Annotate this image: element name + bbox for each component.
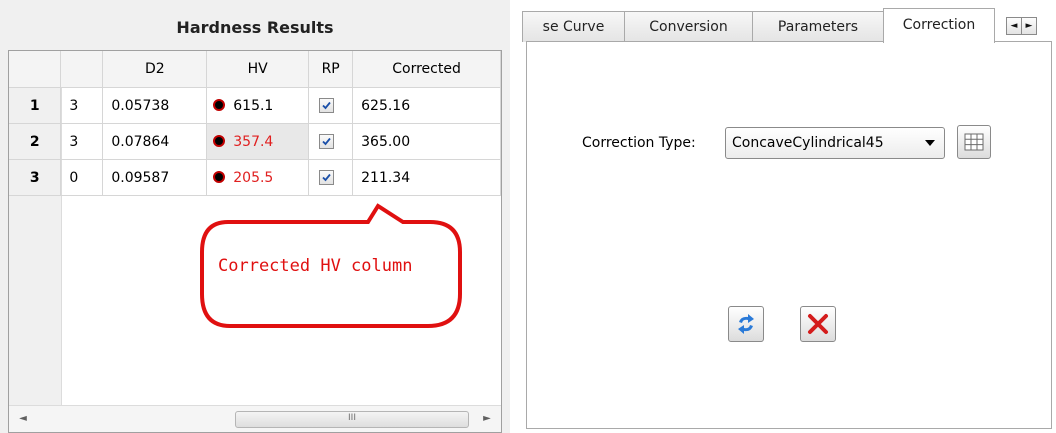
horizontal-scrollbar[interactable]: ◄ III ► xyxy=(9,405,501,432)
header-hv[interactable]: HV xyxy=(206,51,310,88)
cell-hv[interactable]: 205.5 xyxy=(206,159,310,196)
row-header[interactable]: 2 xyxy=(9,123,62,160)
cell-d2[interactable]: 0.09587 xyxy=(102,159,208,196)
cell-d2[interactable]: 0.07864 xyxy=(102,123,208,160)
point-marker-icon xyxy=(213,98,226,111)
checkmark-icon xyxy=(322,137,331,146)
hv-value: 205.5 xyxy=(233,169,274,186)
row-header[interactable]: 1 xyxy=(9,87,62,124)
refresh-arrows-icon xyxy=(738,314,754,334)
tab-scroll-right-icon[interactable]: ► xyxy=(1021,17,1037,35)
table-grid-icon xyxy=(964,133,984,151)
cell-d2[interactable]: 0.05738 xyxy=(102,87,208,124)
cell-hv[interactable]: 357.4 xyxy=(206,123,310,160)
checkmark-icon xyxy=(322,101,331,110)
table-row[interactable]: 3 0 0.09587 205.5 211.34 xyxy=(9,159,501,196)
rp-checkbox[interactable] xyxy=(319,170,335,185)
tab-scroll-left-icon[interactable]: ◄ xyxy=(1006,17,1022,35)
scrollbar-thumb[interactable]: III xyxy=(235,411,469,428)
settings-panel: se Curve Conversion Parameters Correctio… xyxy=(522,0,1056,433)
checkmark-icon xyxy=(322,173,331,182)
grid-button[interactable] xyxy=(957,125,991,159)
cell-n[interactable]: 3 xyxy=(60,87,104,124)
tab-curve[interactable]: se Curve xyxy=(522,11,625,42)
cell-rp[interactable] xyxy=(308,87,354,124)
correction-type-label: Correction Type: xyxy=(582,135,696,151)
table-row[interactable]: 1 3 0.05738 615.1 625.16 xyxy=(9,87,501,124)
header-corrected[interactable]: Corrected xyxy=(352,51,501,88)
cell-rp[interactable] xyxy=(308,159,354,196)
table-row[interactable]: 2 3 0.07864 357.4 365.00 xyxy=(9,123,501,160)
scroll-right-icon[interactable]: ► xyxy=(477,406,497,432)
tab-parameters[interactable]: Parameters xyxy=(752,11,884,42)
tab-correction[interactable]: Correction xyxy=(883,8,995,43)
cell-n[interactable]: 0 xyxy=(60,159,104,196)
header-d2[interactable]: D2 xyxy=(102,51,208,88)
results-table: D2 HV RP Corrected 1 3 0.05738 615.1 625… xyxy=(9,51,501,196)
cell-corrected[interactable]: 365.00 xyxy=(352,123,501,160)
cell-hv[interactable]: 615.1 xyxy=(206,87,310,124)
callout-text: Corrected HV column xyxy=(218,256,413,276)
refresh-button[interactable] xyxy=(728,306,764,342)
annotation-callout: Corrected HV column xyxy=(198,200,462,330)
scroll-left-icon[interactable]: ◄ xyxy=(13,406,33,432)
table-header-row: D2 HV RP Corrected xyxy=(9,51,501,88)
cell-corrected[interactable]: 625.16 xyxy=(352,87,501,124)
rp-checkbox[interactable] xyxy=(319,134,335,149)
hv-value: 615.1 xyxy=(233,97,274,114)
rp-checkbox[interactable] xyxy=(319,98,335,113)
results-title: Hardness Results xyxy=(176,18,334,37)
header-n[interactable] xyxy=(60,51,104,88)
hardness-results-panel: Hardness Results D2 HV RP Corrected 1 3 … xyxy=(0,0,510,433)
tab-conversion[interactable]: Conversion xyxy=(624,11,753,42)
cell-rp[interactable] xyxy=(308,123,354,160)
chevron-down-icon xyxy=(925,140,935,146)
header-rp[interactable]: RP xyxy=(308,51,354,88)
row-header[interactable]: 3 xyxy=(9,159,62,196)
cell-n[interactable]: 3 xyxy=(60,123,104,160)
hv-value: 357.4 xyxy=(233,133,274,150)
cancel-button[interactable] xyxy=(800,306,836,342)
point-marker-icon xyxy=(213,134,226,147)
header-corner[interactable] xyxy=(9,51,62,88)
cell-corrected[interactable]: 211.34 xyxy=(352,159,501,196)
tab-bar: se Curve Conversion Parameters Correctio… xyxy=(522,8,1056,43)
red-x-icon xyxy=(808,314,828,334)
correction-type-select[interactable]: ConcaveCylindrical45 xyxy=(725,127,945,159)
point-marker-icon xyxy=(213,170,226,183)
correction-type-value: ConcaveCylindrical45 xyxy=(732,135,884,151)
correction-tab-content: Correction Type: ConcaveCylindrical45 xyxy=(526,41,1052,429)
